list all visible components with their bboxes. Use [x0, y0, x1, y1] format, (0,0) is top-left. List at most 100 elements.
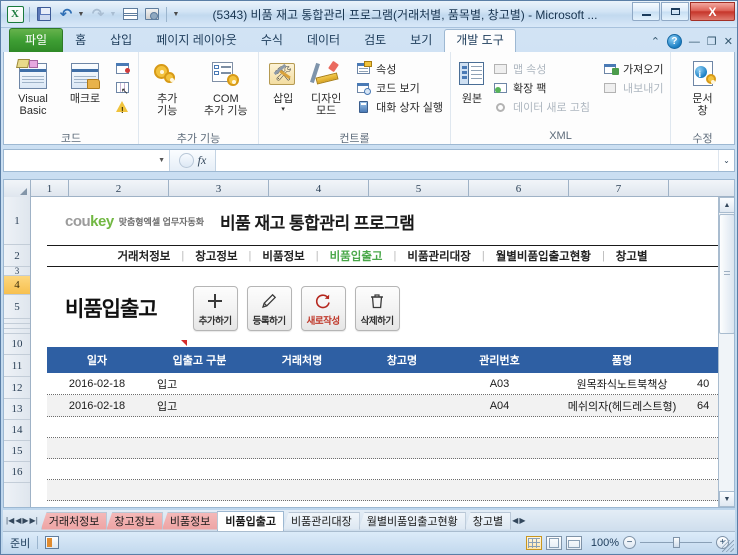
first-sheet-icon[interactable]: |◀ [6, 516, 14, 525]
macro-button[interactable]: 매크로 [61, 57, 109, 105]
table-col-관리번호[interactable]: 관리번호 [452, 347, 547, 373]
run-dialog-button[interactable]: 대화 상자 실행 [354, 97, 445, 116]
window-restore-icon[interactable]: ❐ [707, 35, 717, 48]
cell-일자-2[interactable]: 2016-02-18 [47, 395, 147, 416]
tab-data[interactable]: 데이터 [295, 29, 352, 52]
row-header-16[interactable]: 16 [4, 462, 30, 483]
cell-관리번호-1[interactable]: A03 [452, 373, 547, 394]
column-header-5[interactable]: 5 [369, 180, 469, 197]
zoom-slider-thumb[interactable] [673, 537, 680, 548]
column-header-2[interactable]: 2 [69, 180, 169, 197]
xml-source-button[interactable]: 원본 [456, 57, 488, 105]
zoom-slider[interactable] [640, 537, 712, 548]
new-button[interactable]: 새로작성 [300, 285, 346, 331]
formula-input[interactable] [216, 150, 718, 171]
window-close-icon[interactable]: ✕ [724, 35, 733, 48]
nav-item-비품관리대장[interactable]: 비품관리대장 [396, 248, 481, 264]
cell-입출고구분-2[interactable]: 입고 [147, 395, 252, 416]
expand-formula-bar-icon[interactable]: ⌄ [718, 150, 734, 171]
tab-home[interactable]: 홈 [63, 29, 98, 52]
scroll-down-icon[interactable]: ▼ [719, 491, 734, 507]
hscroll-right-icon[interactable]: ▶ [519, 516, 525, 525]
visual-basic-button[interactable]: Visual Basic [9, 57, 57, 117]
select-all-corner[interactable] [4, 180, 31, 197]
tab-developer[interactable]: 개발 도구 [444, 29, 516, 52]
refresh-data-button[interactable]: 데이터 새로 고침 [491, 97, 592, 116]
nav-item-창고정보[interactable]: 창고정보 [184, 248, 248, 264]
table-col-입출고구분[interactable]: 입출고 구분 [147, 347, 252, 373]
page-break-preview-button[interactable] [566, 535, 582, 550]
row-header-12[interactable]: 12 [4, 377, 30, 399]
view-code-button[interactable]: 코드 보기 [354, 78, 445, 97]
name-box[interactable]: ▼ [4, 150, 170, 171]
com-add-ins-button[interactable]: COM 추가 기능 [199, 57, 253, 117]
worksheet-cells[interactable]: coukey 맞춤형엑셀 업무자동화 비품 재고 통합관리 프로그램 거래처정보… [31, 197, 734, 507]
minimize-ribbon-icon[interactable]: ⌃ [651, 35, 660, 48]
properties-button[interactable]: 속성 [354, 59, 445, 78]
column-header-4[interactable]: 4 [269, 180, 369, 197]
table-col-일자[interactable]: 일자 [47, 347, 147, 373]
import-button[interactable]: 가져오기 [601, 59, 665, 78]
insert-function-icon[interactable] [178, 153, 194, 168]
row-header-4[interactable]: 4 [4, 276, 30, 295]
table-col-창고명[interactable]: 창고명 [352, 347, 452, 373]
last-sheet-icon[interactable]: ▶| [30, 516, 38, 525]
hscroll-left-icon[interactable]: ◀ [512, 516, 518, 525]
row-header-13[interactable]: 13 [4, 399, 30, 420]
maximize-button[interactable] [661, 2, 689, 21]
tab-review[interactable]: 검토 [352, 29, 398, 52]
table-row[interactable] [47, 417, 718, 438]
cell-extra-1[interactable]: 40 [697, 373, 718, 394]
sheet-tab-월별비품입출고현황[interactable]: 월별비품입출고현황 [358, 511, 466, 530]
cell-관리번호-2[interactable]: A04 [452, 395, 547, 416]
page-layout-view-button[interactable] [546, 535, 562, 550]
vertical-scroll-thumb[interactable] [719, 214, 734, 334]
document-panel-button[interactable]: i 문서 창 [682, 57, 724, 117]
column-header-8[interactable] [669, 180, 734, 197]
save-icon[interactable] [34, 4, 54, 24]
insert-control-button[interactable]: 🛠 삽입 ▾ [264, 57, 302, 116]
nav-item-비품입출고[interactable]: 비품입출고 [319, 248, 394, 264]
record-macro-icon[interactable] [45, 536, 60, 549]
normal-view-button[interactable] [526, 535, 542, 550]
cell-거래처명-2[interactable] [252, 395, 352, 416]
design-mode-button[interactable]: 디자인 모드 [304, 57, 348, 117]
redo-dropdown-icon[interactable]: ▼ [110, 4, 118, 24]
row-header-2[interactable]: 2 [4, 245, 30, 267]
undo-icon[interactable]: ↶ [56, 4, 76, 24]
tab-file[interactable]: 파일 [9, 28, 64, 52]
map-properties-button[interactable]: 맵 속성 [491, 59, 592, 78]
macro-security-button[interactable]: ! [113, 97, 133, 116]
vertical-scrollbar[interactable]: ▲ ▼ [718, 197, 734, 507]
row-header-1[interactable]: 1 [4, 197, 30, 245]
customize-qat-icon[interactable]: ▼ [171, 4, 183, 24]
table-col-extra[interactable] [697, 347, 718, 373]
close-button[interactable]: X [690, 2, 735, 21]
tab-formulas[interactable]: 수식 [249, 29, 295, 52]
table-row[interactable]: 2016-02-18 입고 A04 메쉬의자(헤드레스트형) 64 [47, 395, 718, 417]
help-icon[interactable]: ? [666, 34, 682, 49]
row-header-5[interactable]: 5 [4, 295, 30, 319]
sheet-tab-비품관리대장[interactable]: 비품관리대장 [282, 511, 360, 530]
cell-창고명-2[interactable] [352, 395, 452, 416]
column-header-1[interactable]: 1 [31, 180, 69, 197]
camera-icon[interactable] [142, 4, 162, 24]
tab-view[interactable]: 보기 [398, 29, 444, 52]
table-col-품명[interactable]: 품명 [547, 347, 697, 373]
merge-cells-icon[interactable] [120, 4, 140, 24]
register-button[interactable]: 등록하기 [246, 285, 292, 331]
table-row[interactable] [47, 480, 718, 501]
redo-icon[interactable]: ↷ [88, 4, 108, 24]
sheet-tab-거래처정보[interactable]: 거래처정보 [40, 511, 108, 530]
minimize-button[interactable] [632, 2, 660, 21]
tab-page-layout[interactable]: 페이지 레이아웃 [144, 29, 249, 52]
cell-품명-1[interactable]: 원목좌식노트북책상 [547, 373, 697, 394]
zoom-out-button[interactable]: − [623, 536, 636, 549]
nav-item-창고별[interactable]: 창고별 [605, 248, 659, 264]
row-header-10[interactable]: 10 [4, 334, 30, 355]
row-header-3[interactable]: 3 [4, 266, 30, 276]
cell-창고명-1[interactable] [352, 373, 452, 394]
undo-dropdown-icon[interactable]: ▼ [78, 4, 86, 24]
cell-입출고구분-1[interactable]: 입고 [147, 373, 252, 394]
prev-sheet-icon[interactable]: ◀ [15, 516, 21, 525]
